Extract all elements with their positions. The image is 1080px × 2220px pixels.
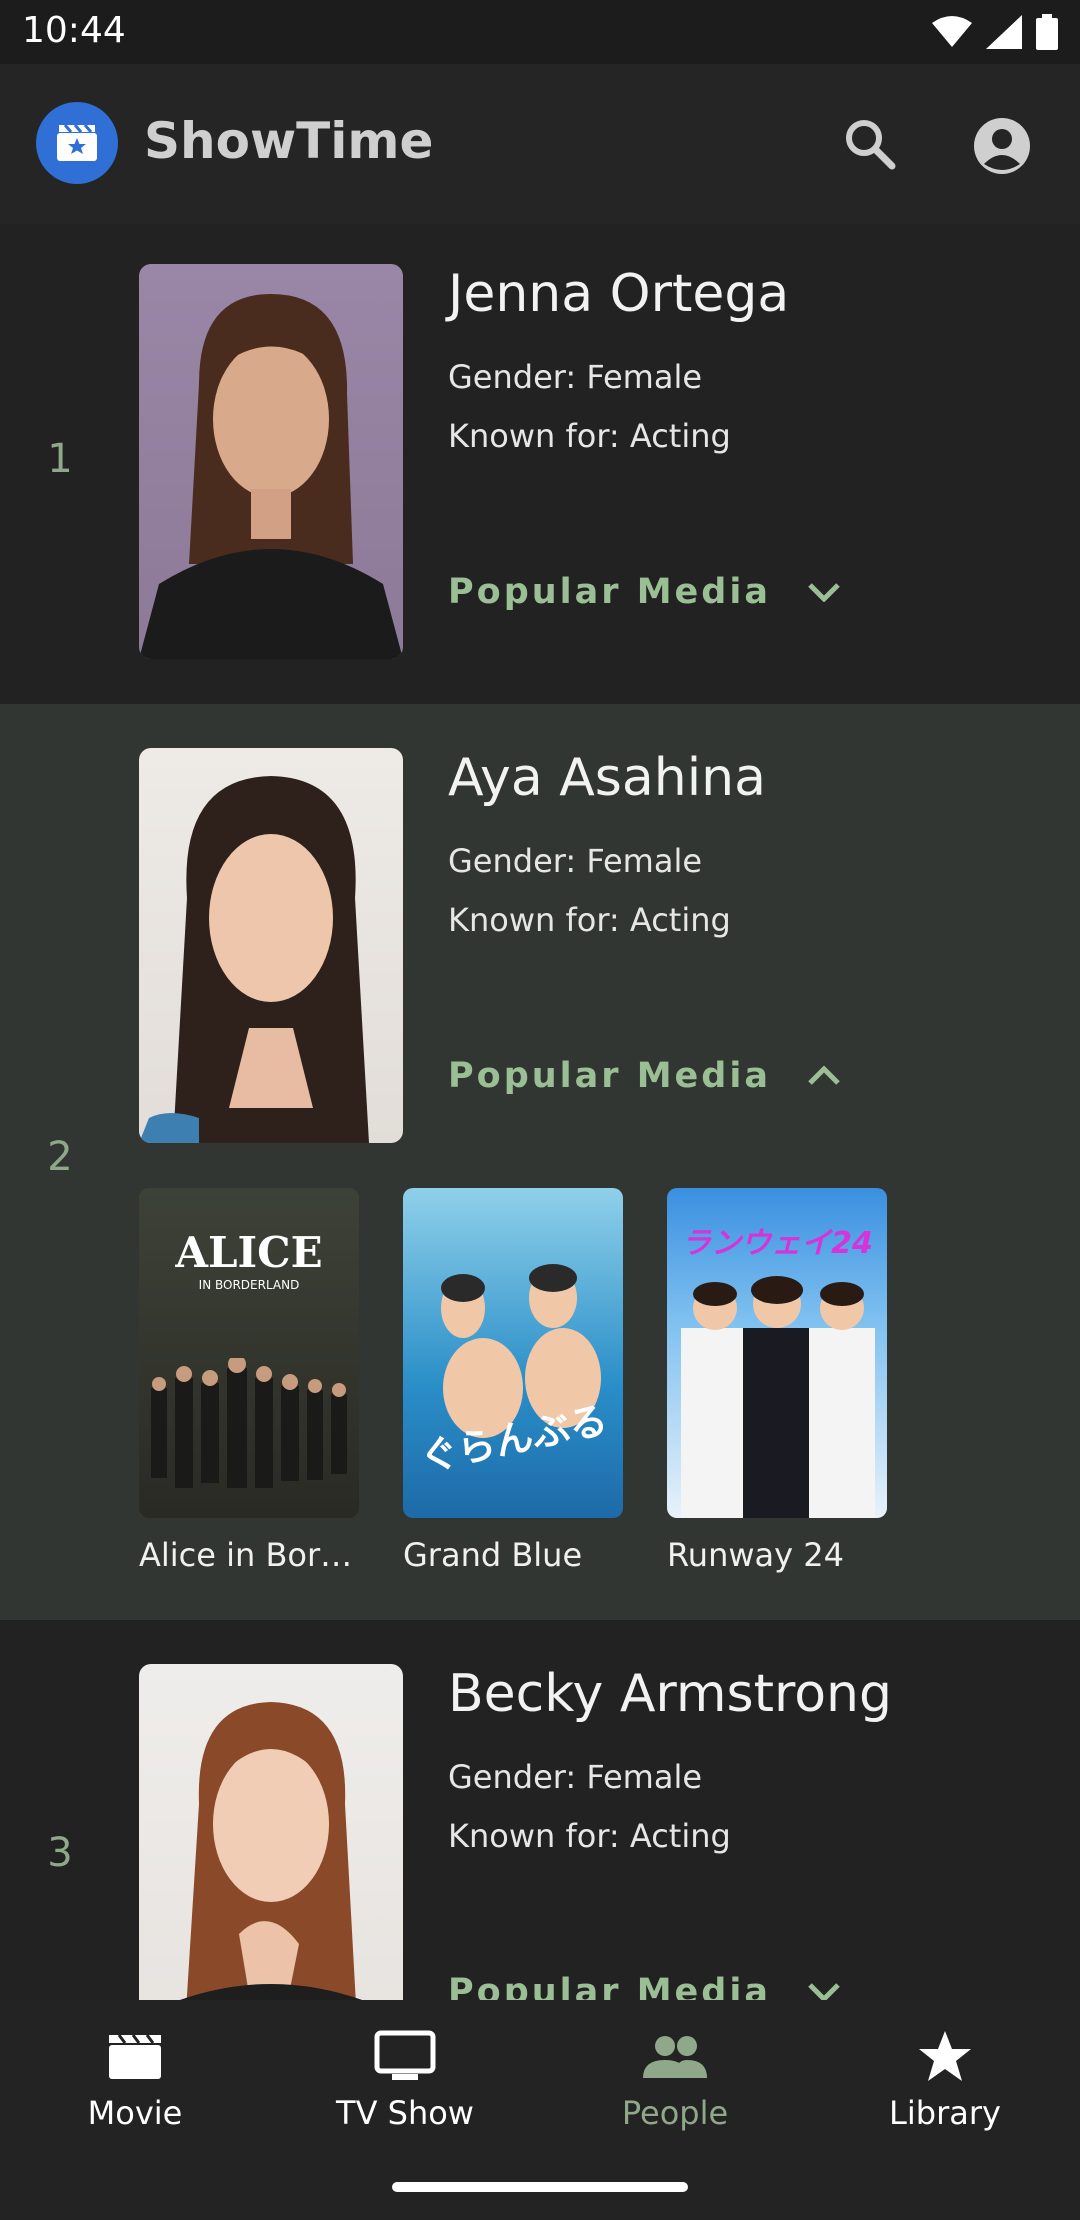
person-photo[interactable] bbox=[139, 748, 403, 1143]
popular-media-toggle[interactable]: Popular Media bbox=[448, 1056, 841, 1096]
star-icon bbox=[810, 2028, 1080, 2084]
rank-number: 3 bbox=[47, 1830, 73, 1876]
nav-label: Movie bbox=[87, 2094, 183, 2132]
rank-number: 2 bbox=[47, 1134, 73, 1180]
media-item[interactable]: ぐらんぶる Grand Blue bbox=[403, 1188, 623, 1574]
media-title: Alice in Bor… bbox=[139, 1536, 353, 1574]
chevron-down-icon bbox=[808, 1983, 840, 2000]
person-photo[interactable] bbox=[139, 1664, 403, 2000]
person-gender: Gender: Female bbox=[448, 842, 703, 880]
popular-media-list[interactable]: ALICE IN BORDERLAND Alice in Bor… ぐらんぶる … bbox=[139, 1188, 887, 1574]
status-time: 10:44 bbox=[22, 10, 126, 51]
app-title: ShowTime bbox=[144, 112, 434, 170]
person-name: Becky Armstrong bbox=[448, 1664, 893, 1724]
poster-title-text: ALICE bbox=[175, 1228, 323, 1277]
media-title: Grand Blue bbox=[403, 1536, 583, 1574]
popular-media-toggle[interactable]: Popular Media bbox=[448, 572, 841, 612]
nav-tv-show[interactable]: TV Show bbox=[270, 2028, 540, 2132]
person-gender: Gender: Female bbox=[448, 358, 703, 396]
tv-icon bbox=[270, 2028, 540, 2084]
person-photo[interactable] bbox=[139, 264, 403, 659]
battery-icon bbox=[1036, 14, 1058, 50]
app-bar: ShowTime bbox=[0, 64, 1080, 224]
media-poster[interactable]: ALICE IN BORDERLAND bbox=[139, 1188, 359, 1518]
nav-label: Library bbox=[889, 2094, 1001, 2132]
people-icon bbox=[540, 2028, 810, 2084]
chevron-down-icon bbox=[808, 583, 840, 602]
nav-people[interactable]: People bbox=[540, 2028, 810, 2132]
popular-media-toggle[interactable]: Popular Media bbox=[448, 1972, 841, 2000]
nav-label: People bbox=[621, 2094, 729, 2132]
rank-number: 1 bbox=[47, 436, 73, 482]
person-card[interactable]: 3 Becky Armstrong Gender: Female Known f… bbox=[0, 1620, 1080, 2000]
movie-icon bbox=[0, 2028, 270, 2084]
home-indicator[interactable] bbox=[392, 2182, 688, 2192]
popular-media-label: Popular Media bbox=[448, 1056, 771, 1096]
popular-media-label: Popular Media bbox=[448, 1972, 771, 2000]
status-bar: 10:44 bbox=[0, 0, 1080, 64]
people-list[interactable]: 1 Jenna Ortega Gender: Female Known for:… bbox=[0, 224, 1080, 2000]
chevron-up-icon bbox=[808, 1066, 840, 1085]
person-known-for: Known for: Acting bbox=[448, 901, 731, 939]
poster-title-text: ランウェイ24 bbox=[681, 1226, 873, 1261]
search-icon[interactable] bbox=[842, 116, 898, 172]
media-title: Runway 24 bbox=[667, 1536, 844, 1574]
person-card-expanded[interactable]: 2 Aya Asahina Gender: Female Known for: … bbox=[0, 704, 1080, 1620]
nav-label: TV Show bbox=[336, 2094, 474, 2132]
popular-media-label: Popular Media bbox=[448, 572, 771, 612]
person-name: Aya Asahina bbox=[448, 748, 766, 808]
signal-icon bbox=[986, 15, 1022, 49]
media-item[interactable]: ALICE IN BORDERLAND Alice in Bor… bbox=[139, 1188, 359, 1574]
wifi-icon bbox=[932, 16, 972, 47]
person-known-for: Known for: Acting bbox=[448, 417, 731, 455]
person-gender: Gender: Female bbox=[448, 1758, 703, 1796]
person-known-for: Known for: Acting bbox=[448, 1817, 731, 1855]
status-icons bbox=[932, 14, 1058, 50]
nav-library[interactable]: Library bbox=[810, 2028, 1080, 2132]
movie-clapper-icon bbox=[36, 102, 118, 184]
media-poster[interactable]: ランウェイ24 bbox=[667, 1188, 887, 1518]
poster-subtitle-text: IN BORDERLAND bbox=[198, 1278, 300, 1292]
media-item[interactable]: ランウェイ24 Runway 24 bbox=[667, 1188, 887, 1574]
media-poster[interactable]: ぐらんぶる bbox=[403, 1188, 623, 1518]
person-name: Jenna Ortega bbox=[448, 264, 790, 324]
account-circle-icon[interactable] bbox=[972, 116, 1032, 176]
person-card[interactable]: 1 Jenna Ortega Gender: Female Known for:… bbox=[0, 224, 1080, 704]
nav-movie[interactable]: Movie bbox=[0, 2028, 270, 2132]
